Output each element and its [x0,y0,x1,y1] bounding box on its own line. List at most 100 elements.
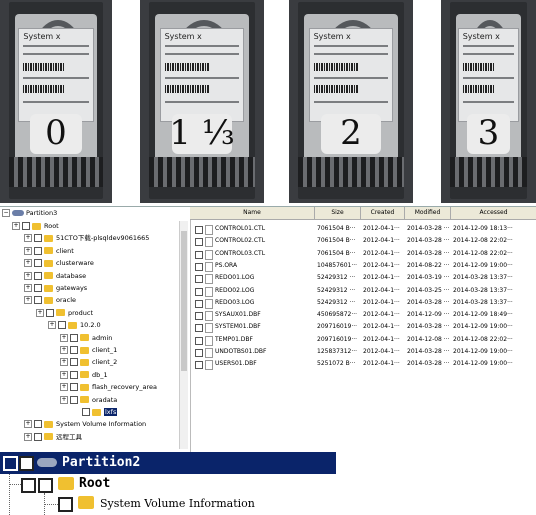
node-checkbox[interactable] [46,308,54,317]
node-checkbox[interactable] [34,296,42,305]
expand-icon[interactable]: + [48,321,56,330]
tree-partition3[interactable]: − Partition3 [2,207,57,219]
expand-icon[interactable]: + [24,234,32,243]
node-checkbox[interactable] [70,395,78,404]
node-checkbox[interactable] [82,408,90,416]
tree-node[interactable]: + oracle [24,294,76,306]
file-row[interactable]: TEMP01.DBF 209716019··· 2012-04-1··· 2014-1… [191,334,536,346]
tree-node[interactable]: + gateways [24,282,87,294]
file-checkbox[interactable] [195,324,203,333]
expand-icon[interactable]: + [24,271,32,280]
node-checkbox[interactable] [70,346,78,354]
root-expand-icon[interactable] [21,478,36,493]
column-modified[interactable]: Modified [405,207,451,219]
file-checkbox[interactable] [195,287,203,296]
collapse-icon[interactable]: − [2,209,10,217]
tree-node[interactable]: + System Volume Information [24,418,146,430]
file-row[interactable]: REDO01.LOG 52429312 ··· 2012-04-1··· 2014-0… [191,272,536,285]
node-checkbox[interactable] [34,432,42,441]
file-size: 209716019··· [317,335,358,343]
handwritten-number: 0 [45,113,67,153]
expand-icon[interactable]: + [24,284,32,292]
tree-node[interactable]: +10.2.0 [48,319,101,331]
expand-icon[interactable]: + [24,420,32,429]
scrollbar-thumb[interactable] [181,231,187,371]
expand-icon[interactable]: + [24,246,32,255]
node-checkbox[interactable] [34,271,42,280]
file-checkbox[interactable] [195,250,203,259]
disk-icon [12,210,24,216]
partition2-checkbox[interactable] [19,456,34,471]
tree-node[interactable]: + client_1 [60,344,117,356]
file-row[interactable]: SYSAUX01.DBF 450695872··· 2012-04-1··· 2014… [191,309,536,322]
tree-node[interactable]: lxfs [72,406,118,418]
node-checkbox[interactable] [58,321,66,330]
partition2-row[interactable]: Partition2 [0,452,336,474]
expand-icon[interactable]: + [60,358,68,367]
node-checkbox[interactable] [70,370,78,379]
file-checkbox[interactable] [195,361,203,370]
expand-icon[interactable]: + [60,383,68,392]
file-row[interactable]: USERS01.DBF 5251072 B··· 2012-04-1··· 2014-… [191,358,536,371]
file-size: 7061504 B··· [317,225,356,232]
node-checkbox[interactable] [70,383,78,392]
tree-node[interactable]: + client_2 [60,356,117,368]
file-row[interactable]: UNDOTBS01.DBF 125837312··· 2012-04-1··· 201… [191,346,536,358]
tree-scrollbar[interactable] [179,221,188,449]
tree-node[interactable]: + db_1 [60,369,108,381]
expand-icon[interactable]: + [60,333,68,342]
node-checkbox[interactable] [70,358,78,367]
column-created[interactable]: Created [361,207,405,219]
expand-icon[interactable]: + [24,432,32,441]
file-checkbox[interactable] [195,312,203,321]
tree-node[interactable]: + oradata [60,394,117,406]
file-row[interactable]: CONTROL03.CTL 7061504 B··· 2012-04-1··· 201… [191,248,536,260]
file-row[interactable]: SYSTEM01.DBF 209716019··· 2012-04-1··· 2014… [191,321,536,334]
file-checkbox[interactable] [195,275,203,284]
tree-node[interactable]: + database [24,270,86,282]
node-checkbox[interactable] [34,420,42,429]
node-checkbox[interactable] [34,234,42,243]
tree-node[interactable]: +51CTO下载-plsqldev9061665 [24,232,149,244]
sysvol-checkbox[interactable] [58,497,73,512]
expand-icon[interactable]: + [36,308,44,317]
node-checkbox[interactable] [34,246,42,255]
node-checkbox[interactable] [34,284,42,292]
expand-icon[interactable]: + [12,222,20,230]
expand-icon[interactable]: + [60,346,68,354]
file-checkbox[interactable] [195,299,203,308]
tree-node[interactable]: + product [36,307,93,319]
root-checkbox[interactable] [38,478,53,493]
sysvol-label[interactable]: System Volume Information [100,494,255,514]
file-checkbox[interactable] [195,262,203,271]
file-row[interactable]: CONTROL01.CTL 7061504 B··· 2012-04-1··· 201… [191,223,536,235]
file-row[interactable]: PS.ORA 104857601··· 2012-04-1··· 2014-08-22… [191,260,536,272]
file-checkbox[interactable] [195,336,203,345]
tree-node[interactable]: + Root [12,220,59,232]
file-icon [205,360,213,371]
tree-node[interactable]: + client [24,245,74,257]
node-checkbox[interactable] [70,333,78,342]
node-checkbox[interactable] [22,222,30,230]
tree-node[interactable]: + flash_recovery_area [60,381,157,393]
expand-icon[interactable]: + [60,395,68,404]
tree-node[interactable]: + admin [60,332,112,344]
file-checkbox[interactable] [195,226,203,234]
file-row[interactable]: REDO03.LOG 52429312 ··· 2012-04-1··· 2014-0… [191,297,536,309]
folder-icon [78,496,94,509]
file-checkbox[interactable] [195,349,203,357]
tree-node[interactable]: + clusterware [24,257,94,269]
file-checkbox[interactable] [195,238,203,247]
tree-node[interactable]: + 远程工具 [24,431,82,443]
file-row[interactable]: CONTROL02.CTL 7061504 B··· 2012-04-1··· 201… [191,235,536,248]
expand-icon[interactable] [3,456,18,471]
expand-icon[interactable]: + [24,296,32,305]
root-label[interactable]: Root [79,474,110,494]
expand-icon[interactable]: + [60,370,68,379]
node-checkbox[interactable] [34,259,42,268]
file-row[interactable]: REDO02.LOG 52429312 ··· 2012-04-1··· 2014-0… [191,285,536,297]
column-accessed[interactable]: Accessed [451,207,536,219]
column-size[interactable]: Size [315,207,361,219]
expand-icon[interactable]: + [24,259,32,268]
column-name[interactable]: Name [190,207,315,219]
